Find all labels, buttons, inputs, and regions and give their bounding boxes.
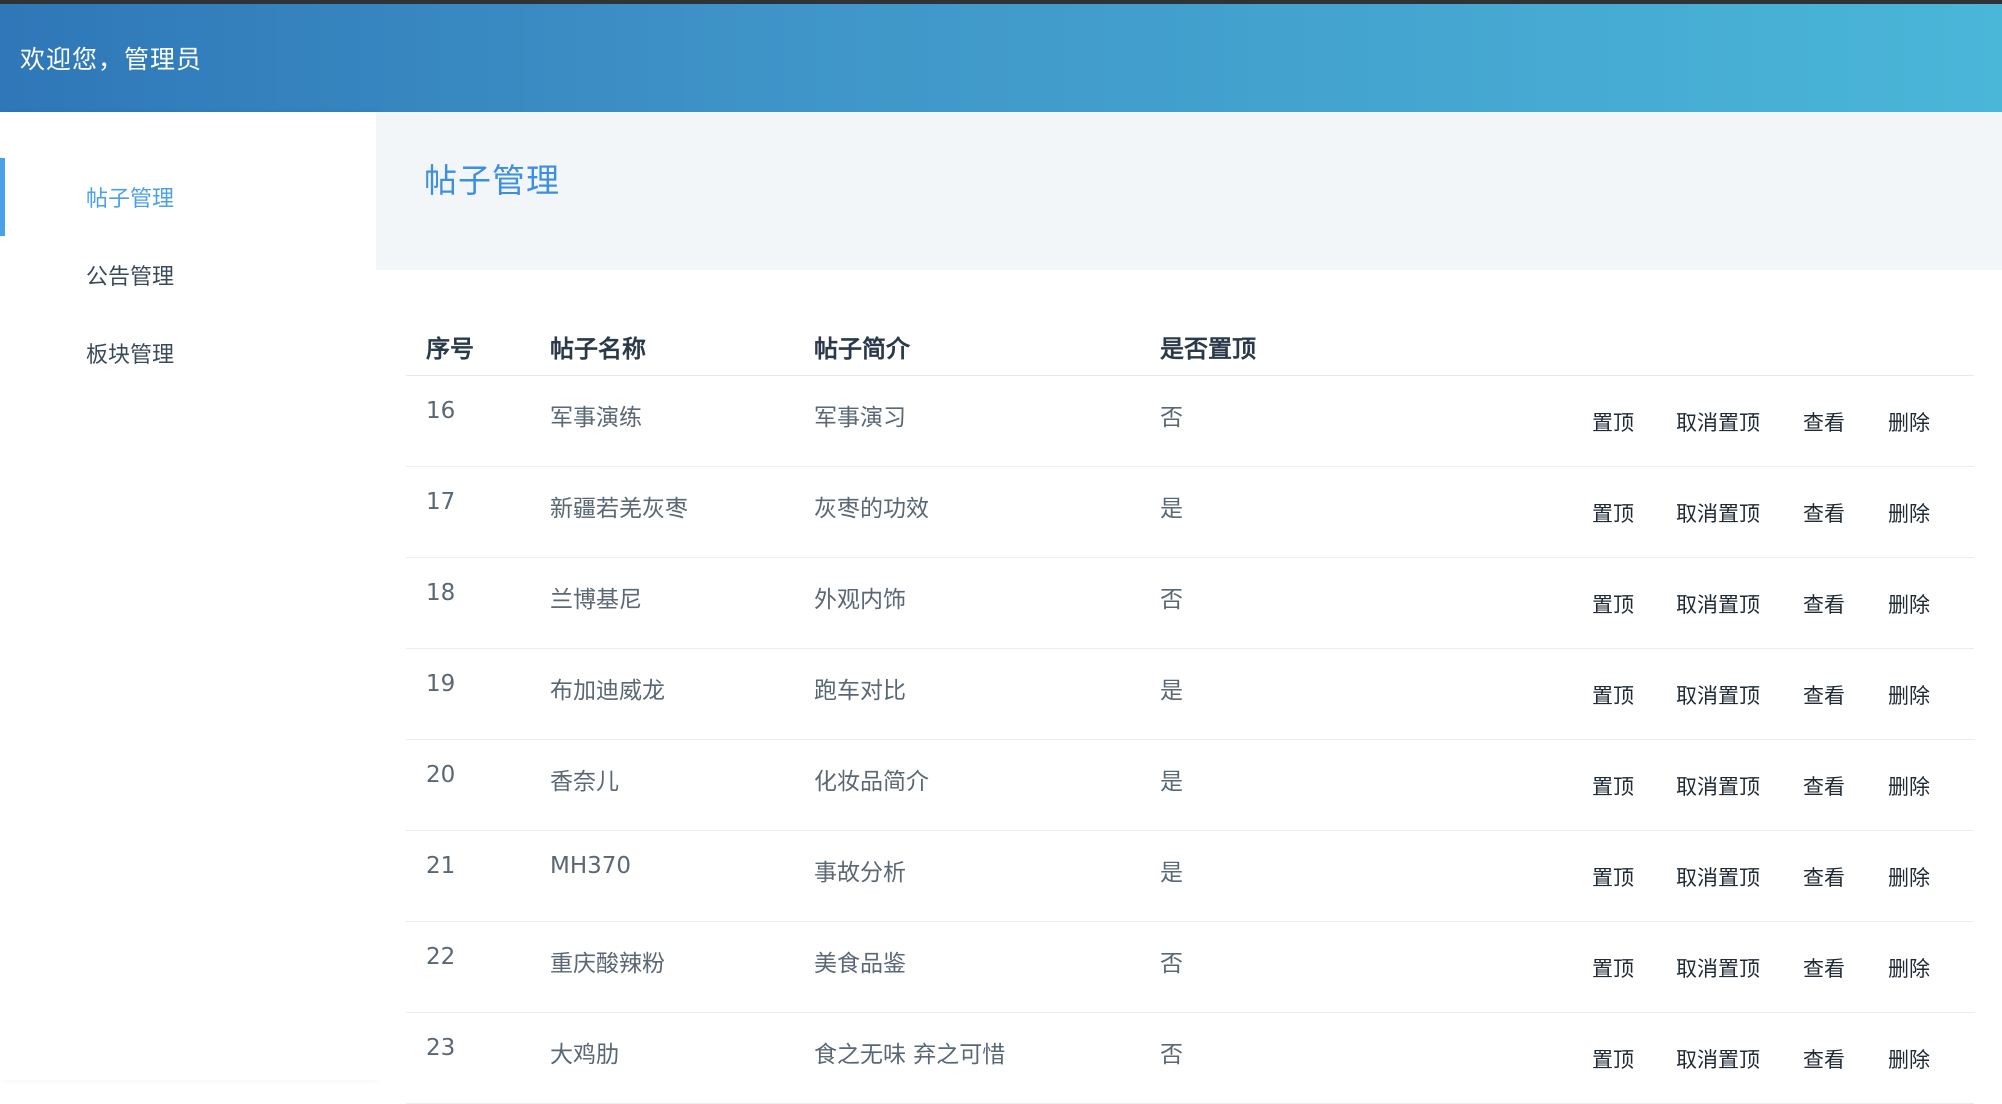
- column-header-name: 帖子名称: [550, 335, 646, 363]
- welcome-text: 欢迎您，管理员: [20, 45, 203, 74]
- delete-button[interactable]: 删除: [1888, 680, 1930, 710]
- posts-table: 序号 帖子名称 帖子简介 是否置顶 16 军事演练 军事演习 否 置顶 取消置顶…: [406, 315, 1974, 1104]
- view-button[interactable]: 查看: [1803, 771, 1845, 801]
- cell-desc: 事故分析: [814, 860, 906, 886]
- cell-id: 22: [426, 944, 456, 970]
- table-row: 23 大鸡肋 食之无味 弃之可惜 否 置顶 取消置顶 查看 删除: [406, 1013, 1974, 1104]
- column-header-pinned: 是否置顶: [1160, 335, 1256, 363]
- cell-name: 大鸡肋: [550, 1042, 619, 1068]
- page-title: 帖子管理: [424, 161, 560, 200]
- pin-button[interactable]: 置顶: [1592, 680, 1634, 710]
- sidebar-item-boards[interactable]: 板块管理: [0, 314, 376, 392]
- table-row: 18 兰博基尼 外观内饰 否 置顶 取消置顶 查看 删除: [406, 558, 1974, 649]
- pin-button[interactable]: 置顶: [1592, 862, 1634, 892]
- cell-pinned: 是: [1160, 769, 1183, 795]
- cell-pinned: 是: [1160, 496, 1183, 522]
- delete-button[interactable]: 删除: [1888, 1044, 1930, 1074]
- unpin-button[interactable]: 取消置顶: [1676, 407, 1760, 437]
- top-header: 欢迎您，管理员: [0, 4, 2002, 112]
- unpin-button[interactable]: 取消置顶: [1676, 771, 1760, 801]
- cell-desc: 化妆品简介: [814, 769, 929, 795]
- cell-name: MH370: [550, 853, 632, 879]
- delete-button[interactable]: 删除: [1888, 498, 1930, 528]
- pin-button[interactable]: 置顶: [1592, 498, 1634, 528]
- view-button[interactable]: 查看: [1803, 498, 1845, 528]
- pin-button[interactable]: 置顶: [1592, 407, 1634, 437]
- cell-id: 23: [426, 1035, 456, 1061]
- delete-button[interactable]: 删除: [1888, 862, 1930, 892]
- cell-name: 重庆酸辣粉: [550, 951, 665, 977]
- pin-button[interactable]: 置顶: [1592, 953, 1634, 983]
- cell-pinned: 否: [1160, 1042, 1183, 1068]
- table-row: 22 重庆酸辣粉 美食品鉴 否 置顶 取消置顶 查看 删除: [406, 922, 1974, 1013]
- cell-id: 19: [426, 671, 456, 697]
- unpin-button[interactable]: 取消置顶: [1676, 862, 1760, 892]
- view-button[interactable]: 查看: [1803, 589, 1845, 619]
- sidebar-item-label: 板块管理: [86, 343, 175, 368]
- cell-id: 17: [426, 489, 456, 515]
- delete-button[interactable]: 删除: [1888, 589, 1930, 619]
- pin-button[interactable]: 置顶: [1592, 589, 1634, 619]
- main-content: 帖子管理 序号 帖子名称 帖子简介 是否置顶 16 军事演练 军事演习 否 置顶…: [376, 112, 2002, 1104]
- view-button[interactable]: 查看: [1803, 407, 1845, 437]
- cell-name: 军事演练: [550, 405, 642, 431]
- table-row: 19 布加迪威龙 跑车对比 是 置顶 取消置顶 查看 删除: [406, 649, 1974, 740]
- cell-desc: 跑车对比: [814, 678, 906, 704]
- table-row: 16 军事演练 军事演习 否 置顶 取消置顶 查看 删除: [406, 376, 1974, 467]
- pin-button[interactable]: 置顶: [1592, 771, 1634, 801]
- cell-id: 20: [426, 762, 456, 788]
- sidebar-item-label: 公告管理: [86, 265, 175, 290]
- cell-pinned: 否: [1160, 587, 1183, 613]
- cell-name: 新疆若羌灰枣: [550, 496, 688, 522]
- cell-desc: 外观内饰: [814, 587, 906, 613]
- sidebar-item-announcements[interactable]: 公告管理: [0, 236, 376, 314]
- unpin-button[interactable]: 取消置顶: [1676, 680, 1760, 710]
- table-header: 序号 帖子名称 帖子简介 是否置顶: [406, 315, 1974, 376]
- cell-desc: 美食品鉴: [814, 951, 906, 977]
- sidebar-item-posts[interactable]: 帖子管理: [0, 158, 376, 236]
- unpin-button[interactable]: 取消置顶: [1676, 498, 1760, 528]
- cell-name: 兰博基尼: [550, 587, 642, 613]
- column-header-id: 序号: [426, 335, 474, 363]
- sidebar: 帖子管理 公告管理 板块管理: [0, 112, 376, 1080]
- unpin-button[interactable]: 取消置顶: [1676, 1044, 1760, 1074]
- table-row: 21 MH370 事故分析 是 置顶 取消置顶 查看 删除: [406, 831, 1974, 922]
- cell-pinned: 是: [1160, 860, 1183, 886]
- cell-id: 18: [426, 580, 456, 606]
- view-button[interactable]: 查看: [1803, 1044, 1845, 1074]
- cell-pinned: 否: [1160, 951, 1183, 977]
- view-button[interactable]: 查看: [1803, 862, 1845, 892]
- column-header-desc: 帖子简介: [814, 335, 910, 363]
- cell-pinned: 否: [1160, 405, 1183, 431]
- delete-button[interactable]: 删除: [1888, 771, 1930, 801]
- view-button[interactable]: 查看: [1803, 953, 1845, 983]
- table-row: 17 新疆若羌灰枣 灰枣的功效 是 置顶 取消置顶 查看 删除: [406, 467, 1974, 558]
- cell-desc: 军事演习: [814, 405, 906, 431]
- cell-id: 16: [426, 398, 456, 424]
- sidebar-item-label: 帖子管理: [86, 187, 175, 212]
- cell-name: 香奈儿: [550, 769, 619, 795]
- cell-id: 21: [426, 853, 456, 879]
- title-band: 帖子管理: [376, 112, 2002, 270]
- cell-desc: 食之无味 弃之可惜: [814, 1042, 1006, 1068]
- cell-name: 布加迪威龙: [550, 678, 665, 704]
- cell-pinned: 是: [1160, 678, 1183, 704]
- table-row: 20 香奈儿 化妆品简介 是 置顶 取消置顶 查看 删除: [406, 740, 1974, 831]
- delete-button[interactable]: 删除: [1888, 953, 1930, 983]
- delete-button[interactable]: 删除: [1888, 407, 1930, 437]
- cell-desc: 灰枣的功效: [814, 496, 929, 522]
- pin-button[interactable]: 置顶: [1592, 1044, 1634, 1074]
- view-button[interactable]: 查看: [1803, 680, 1845, 710]
- unpin-button[interactable]: 取消置顶: [1676, 589, 1760, 619]
- unpin-button[interactable]: 取消置顶: [1676, 953, 1760, 983]
